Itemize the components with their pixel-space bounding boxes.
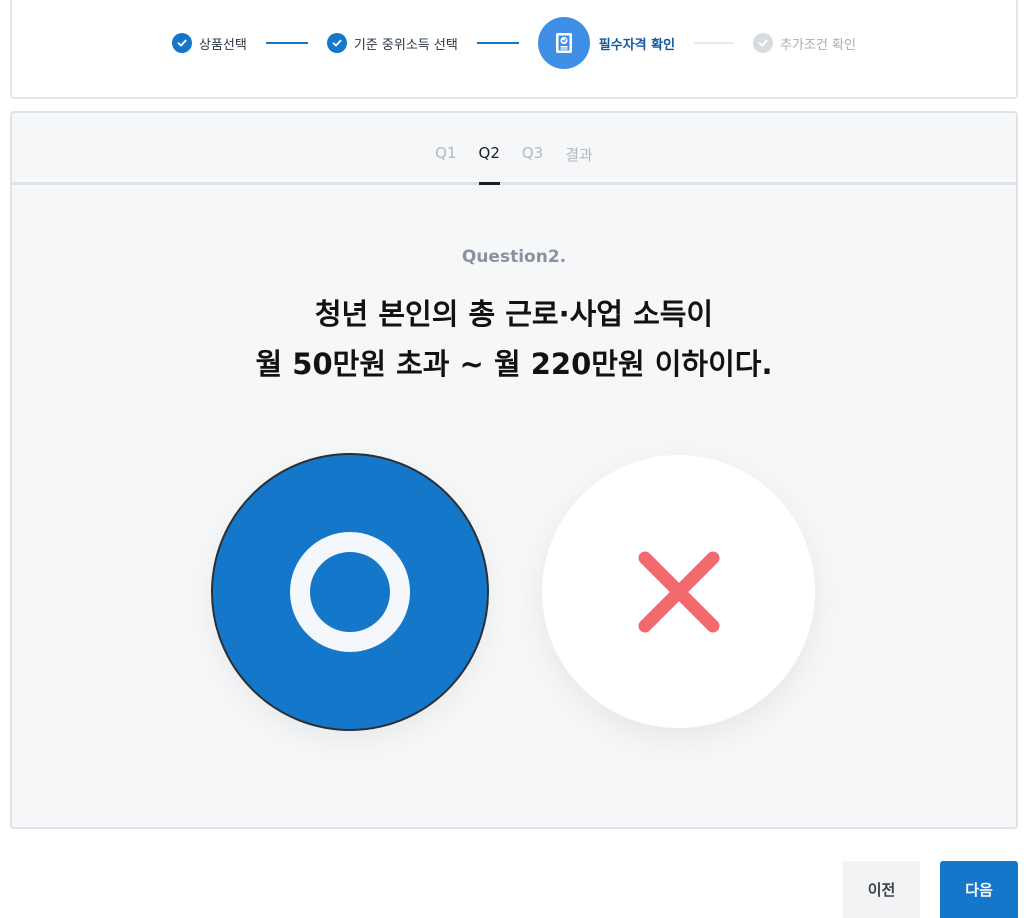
step-median-income-select[interactable]: 기준 중위소득 선택 (326, 33, 458, 53)
x-mark-icon (638, 551, 719, 632)
next-button[interactable]: 다음 (940, 861, 1018, 918)
step-label: 상품선택 (199, 37, 247, 53)
question-title: 청년 본인의 총 근로·사업 소득이 월 50만원 초과 ~ 월 220만원 이… (12, 289, 1016, 389)
question-line: 월 50만원 초과 ~ 월 220만원 이하이다. (255, 347, 773, 381)
answer-no-button[interactable] (542, 455, 815, 728)
tab-q1[interactable]: Q1 (435, 140, 456, 182)
tab-q2[interactable]: Q2 (478, 140, 501, 185)
step-product-select[interactable]: 상품선택 (172, 33, 247, 53)
prev-button[interactable]: 이전 (843, 861, 920, 918)
step-label-current: 필수자격 확인 (598, 37, 676, 53)
tab-q3[interactable]: Q3 (522, 140, 543, 182)
step-connector (476, 42, 519, 44)
circle-o-icon (290, 532, 410, 652)
step-label: 추가조건 확인 (780, 37, 856, 53)
step-connector (265, 42, 308, 44)
check-circle-icon (172, 33, 192, 53)
question-number: Question2. (461, 247, 567, 267)
step-required-qualification[interactable]: 필수자격 확인 (537, 17, 676, 69)
question-line: 청년 본인의 총 근로·사업 소득이 (314, 297, 714, 331)
checklist-document-icon (537, 17, 590, 69)
quiz-card: Q1 Q2 Q3 결과 Question2. 청년 본인의 총 근로·사업 소득… (10, 111, 1018, 829)
step-label: 기준 중위소득 선택 (353, 37, 458, 53)
step-connector (694, 42, 735, 44)
tab-result[interactable]: 결과 (565, 140, 593, 182)
answer-yes-button[interactable] (211, 453, 489, 731)
question-tabs: Q1 Q2 Q3 결과 (12, 113, 1016, 185)
progress-stepper: 상품선택 기준 중위소득 선택 필수자격 확인 추가조건 확인 (12, 0, 1016, 90)
step-additional-conditions[interactable]: 추가조건 확인 (753, 33, 856, 53)
check-circle-icon (326, 33, 347, 53)
progress-stepper-card: 상품선택 기준 중위소득 선택 필수자격 확인 추가조건 확인 (10, 0, 1018, 99)
check-circle-icon (753, 33, 774, 53)
